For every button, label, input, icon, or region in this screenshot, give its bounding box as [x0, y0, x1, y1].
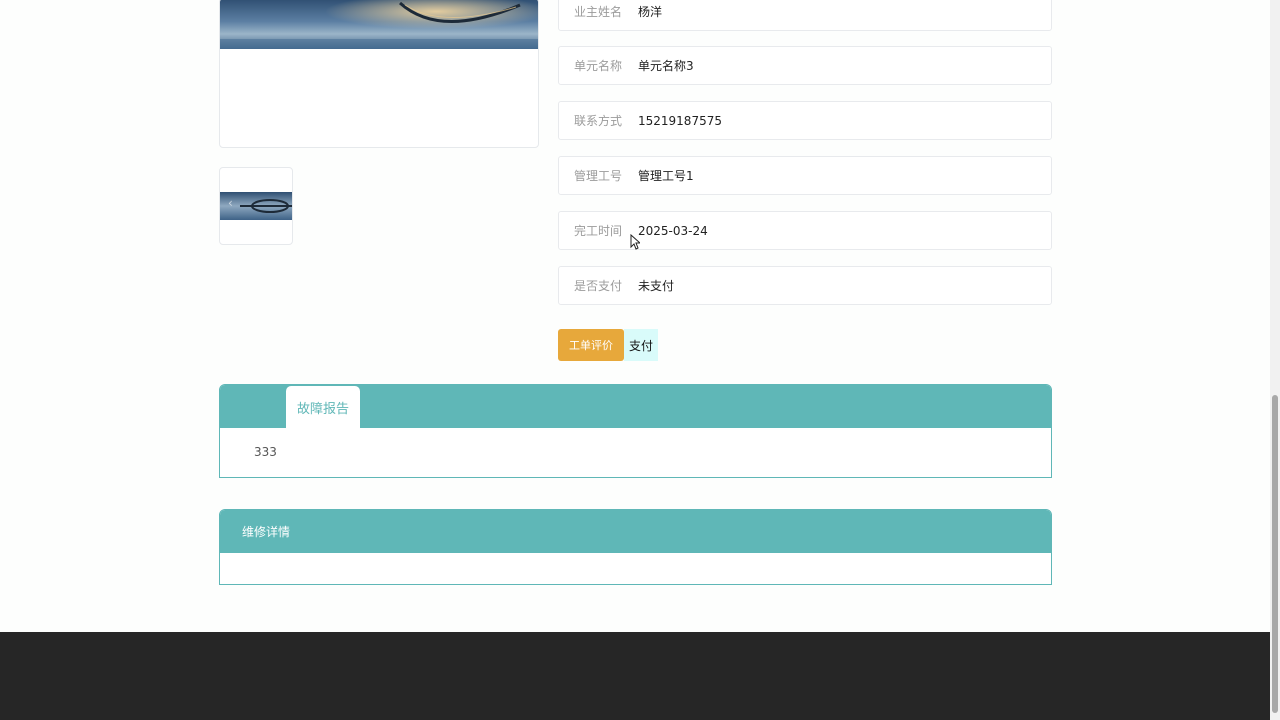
fault-report-content: 333 — [254, 445, 277, 459]
detail-label: 是否支付 — [574, 279, 623, 293]
detail-row-contact: 联系方式 15219187575 — [558, 101, 1052, 140]
work-order-review-button[interactable]: 工单评价 — [558, 329, 624, 361]
main-product-image[interactable] — [219, 0, 539, 148]
page-footer — [0, 632, 1270, 720]
mouse-cursor-icon — [630, 234, 640, 250]
detail-value: 未支付 — [638, 279, 675, 293]
detail-label: 管理工号 — [574, 169, 623, 183]
detail-value: 单元名称3 — [638, 59, 694, 73]
detail-row-owner-name: 业主姓名 杨洋 — [558, 0, 1052, 31]
divider — [224, 477, 1048, 478]
repair-details-title: 维修详情 — [242, 525, 291, 539]
detail-value: 2025-03-24 — [638, 223, 708, 238]
bridge-photo — [220, 0, 538, 49]
detail-label: 完工时间 — [574, 224, 623, 238]
detail-label: 单元名称 — [574, 59, 623, 73]
detail-value: 15219187575 — [638, 113, 722, 128]
detail-label: 联系方式 — [574, 114, 623, 128]
page: ‹ 业主姓名 杨洋 单元名称 单元名称3 联系方式 15219187575 管理… — [0, 0, 1270, 720]
detail-value: 杨洋 — [638, 5, 663, 19]
tab-fault-report[interactable]: 故障报告 — [286, 386, 360, 428]
fault-report-header: 故障报告 — [220, 385, 1051, 428]
tab-label: 故障报告 — [296, 401, 349, 417]
fault-report-panel: 故障报告 333 — [219, 384, 1052, 478]
detail-row-staff-id: 管理工号 管理工号1 — [558, 156, 1052, 195]
detail-row-payment-status: 是否支付 未支付 — [558, 266, 1052, 305]
vertical-scrollbar[interactable] — [1270, 0, 1280, 720]
repair-details-header: 维修详情 — [220, 510, 1051, 553]
chevron-left-icon[interactable]: ‹ — [228, 196, 233, 210]
detail-value: 管理工号1 — [638, 169, 694, 183]
scrollbar-thumb[interactable] — [1272, 395, 1278, 713]
detail-row-unit-name: 单元名称 单元名称3 — [558, 46, 1052, 85]
repair-details-panel: 维修详情 — [219, 509, 1052, 585]
detail-label: 业主姓名 — [574, 5, 623, 19]
pay-button[interactable]: 支付 — [624, 329, 658, 361]
thumbnail-image[interactable]: ‹ — [219, 167, 293, 245]
